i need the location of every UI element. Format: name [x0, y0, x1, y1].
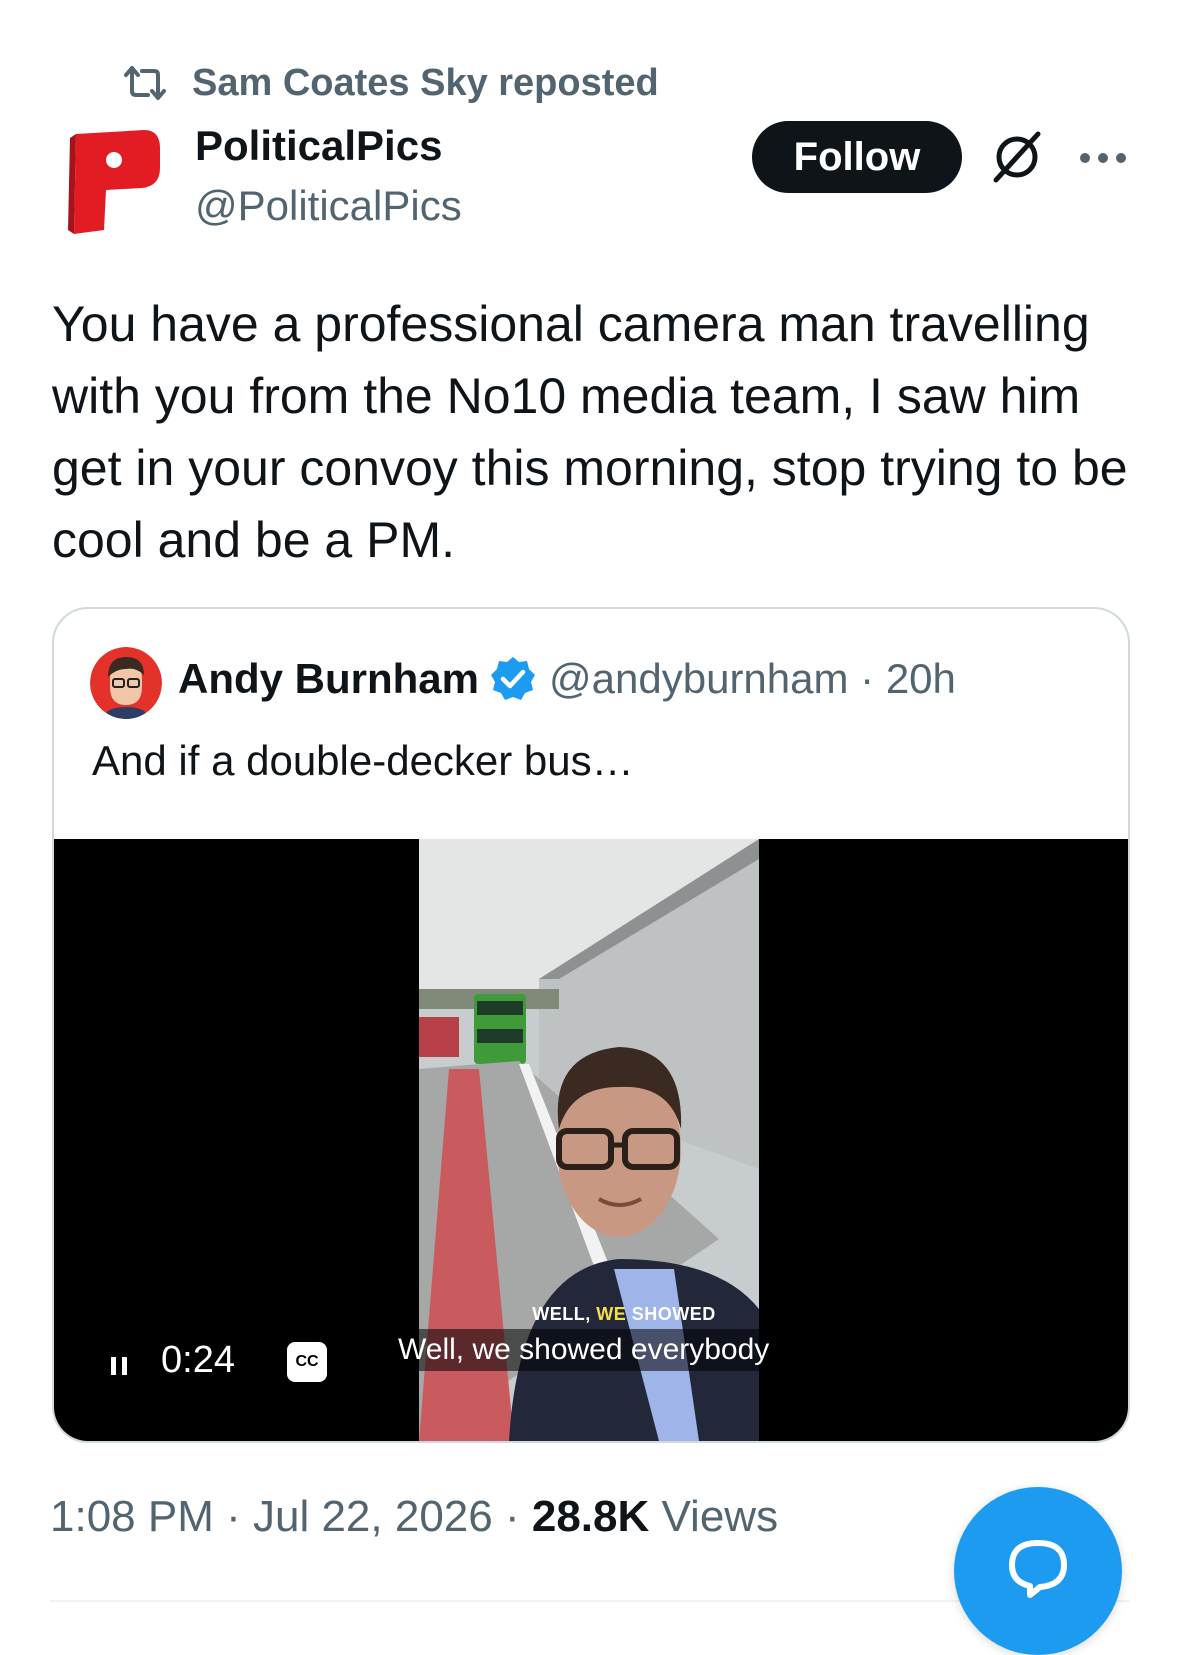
burned-in-subtitle: WELL, WE SHOWED — [532, 1304, 716, 1324]
author-avatar[interactable] — [62, 126, 162, 236]
tweet-date[interactable]: Jul 22, 2026 — [253, 1492, 493, 1541]
views-count: 28.8K — [531, 1492, 650, 1541]
reply-fab-button[interactable] — [954, 1487, 1122, 1655]
tweet-text: You have a professional camera man trave… — [52, 296, 1128, 568]
repost-text: Sam Coates Sky reposted — [192, 61, 659, 104]
political-pics-logo — [68, 130, 160, 234]
closed-captions-icon[interactable]: CC — [287, 1342, 327, 1382]
reply-bubble-icon — [1009, 1540, 1067, 1598]
author-display-name[interactable]: PoliticalPics — [195, 122, 442, 170]
quoted-author-name[interactable]: Andy Burnham — [178, 655, 479, 703]
pause-icon[interactable] — [109, 1351, 131, 1379]
grok-icon[interactable] — [988, 128, 1046, 186]
repost-indicator[interactable]: Sam Coates Sky reposted — [120, 58, 659, 108]
quoted-header: Andy Burnham @andyburnham · 20h — [178, 655, 956, 703]
quoted-author-avatar[interactable] — [90, 647, 162, 719]
tweet-time[interactable]: 1:08 PM — [50, 1492, 214, 1541]
video-elapsed-time: 0:24 — [161, 1339, 235, 1381]
tweet-timestamp-views: 1:08 PM · Jul 22, 2026 · 28.8K Views — [50, 1492, 779, 1541]
author-handle[interactable]: @PoliticalPics — [195, 182, 462, 230]
quoted-handle-time: @andyburnham · 20h — [549, 655, 956, 702]
repost-icon — [124, 66, 166, 100]
video-player[interactable]: WELL, WE SHOWED Well, we showed everybod… — [54, 839, 1128, 1441]
closed-caption-text: Well, we showed everybody — [384, 1329, 784, 1371]
follow-button[interactable]: Follow — [752, 121, 962, 193]
quoted-tweet-text: And if a double-decker bus… — [92, 737, 634, 784]
verified-badge-icon — [491, 657, 536, 700]
views-label: Views — [649, 1492, 779, 1541]
more-icon[interactable] — [1078, 150, 1128, 166]
quoted-tweet-card[interactable]: Andy Burnham @andyburnham · 20h And if a… — [52, 607, 1130, 1443]
